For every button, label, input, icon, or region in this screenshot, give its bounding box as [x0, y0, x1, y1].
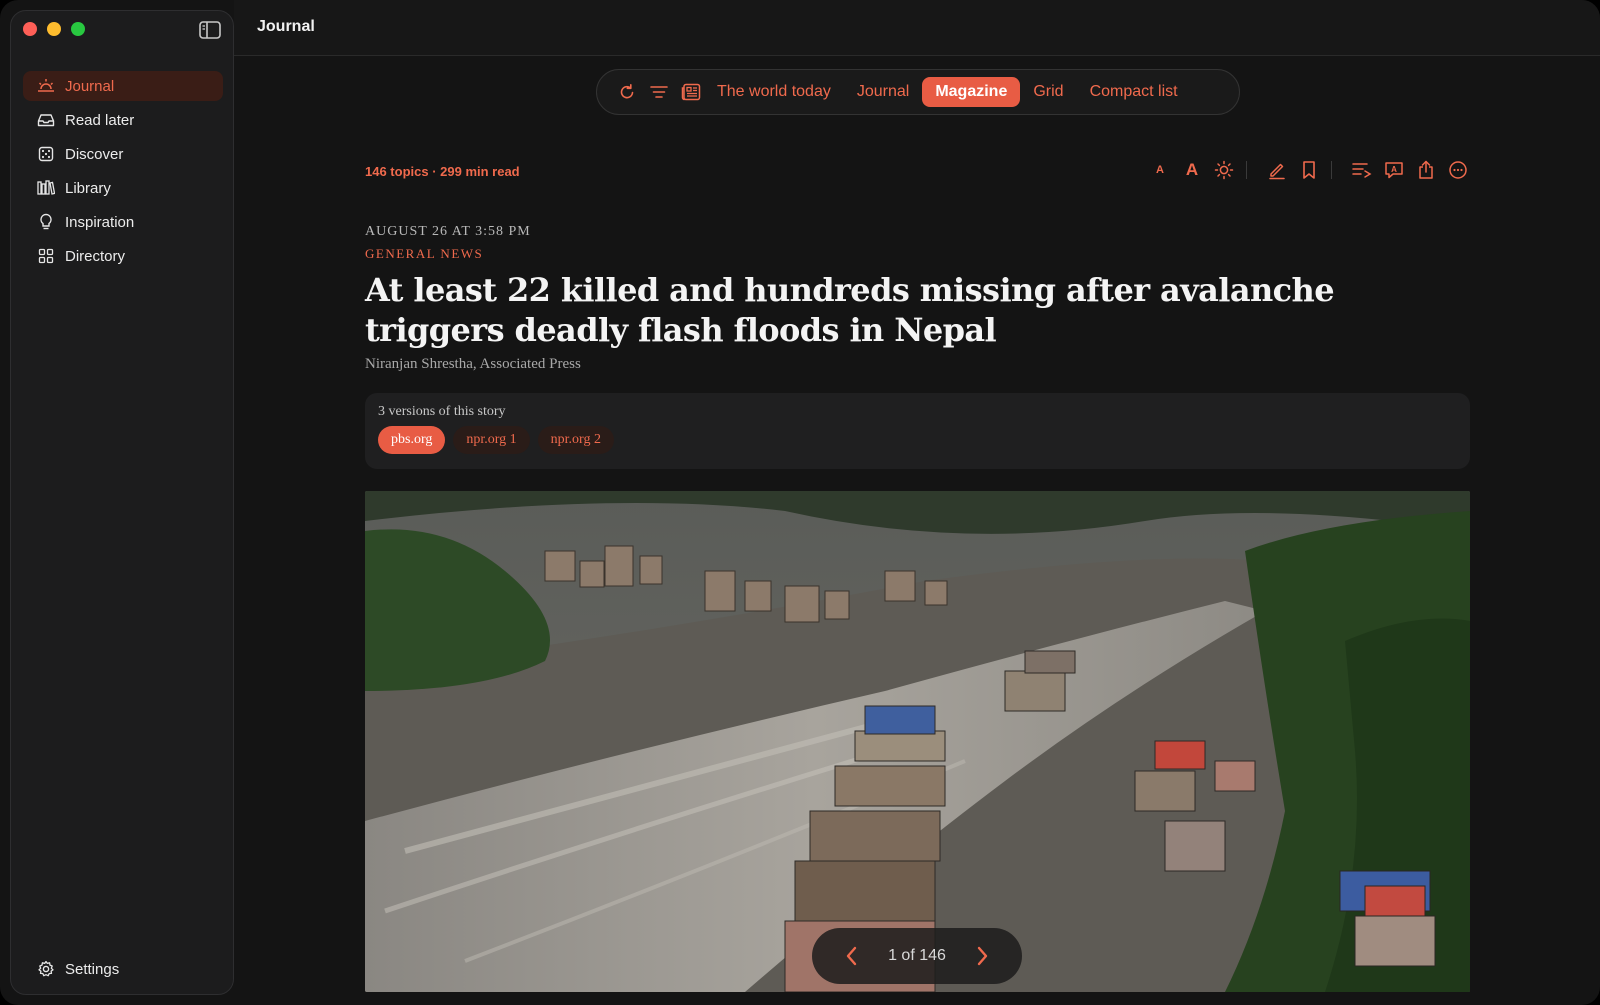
sidebar-item-label: Library [65, 179, 111, 197]
app-window: Journal Read later Discover Library Insp… [0, 0, 1600, 1005]
sidebar-item-inspiration[interactable]: Inspiration [23, 207, 223, 237]
sidebar-item-discover[interactable]: Discover [23, 139, 223, 169]
more-options-icon[interactable] [1446, 158, 1470, 182]
minimize-window-button[interactable] [47, 22, 61, 36]
close-window-button[interactable] [23, 22, 37, 36]
lightbulb-icon [37, 213, 55, 231]
view-option-journal[interactable]: Journal [844, 77, 922, 107]
sidebar-nav: Journal Read later Discover Library Insp… [23, 71, 223, 275]
view-option-compact-list[interactable]: Compact list [1077, 77, 1191, 107]
article-headline[interactable]: At least 22 killed and hundreds missing … [365, 270, 1470, 350]
zoom-window-button[interactable] [71, 22, 85, 36]
newspaper-icon[interactable] [681, 82, 701, 102]
previous-article-button[interactable] [842, 946, 862, 966]
article-hero-image[interactable] [365, 491, 1470, 992]
list-forward-icon[interactable] [1350, 158, 1374, 182]
gear-icon [37, 960, 55, 978]
sidebar-item-label: Directory [65, 247, 126, 265]
pager-count: 1 of 146 [888, 947, 946, 964]
article-toolbar: A A A [1140, 158, 1470, 182]
bookmark-icon[interactable] [1297, 158, 1321, 182]
world-today-button[interactable]: The world today [713, 77, 844, 107]
sidebar-item-label: Read later [65, 111, 135, 129]
highlighter-icon[interactable] [1265, 158, 1289, 182]
share-icon[interactable] [1414, 158, 1438, 182]
filter-icon[interactable] [649, 82, 669, 102]
version-pills: pbs.org npr.org 1 npr.org 2 [378, 426, 1457, 454]
topics-stats: 146 topics · 299 min read [365, 164, 520, 179]
increase-font-size-button[interactable]: A [1180, 158, 1204, 182]
version-pill-pbs[interactable]: pbs.org [378, 426, 446, 454]
sidebar-item-label: Inspiration [65, 213, 135, 231]
view-switcher: The world today Journal Magazine Grid Co… [596, 69, 1240, 115]
article-byline: Niranjan Shrestha, Associated Press [365, 356, 581, 372]
sidebar-item-read-later[interactable]: Read later [23, 105, 223, 135]
article-meta-row: 146 topics · 299 min read A A A [365, 140, 1470, 202]
window-controls [23, 22, 85, 36]
inbox-tray-icon [37, 111, 55, 129]
article-pager: 1 of 146 [812, 928, 1022, 984]
view-option-magazine[interactable]: Magazine [922, 77, 1021, 107]
view-option-grid[interactable]: Grid [1020, 77, 1076, 107]
article-date: AUGUST 26 AT 3:58 PM [365, 224, 531, 239]
sidebar-item-directory[interactable]: Directory [23, 241, 223, 271]
versions-title: 3 versions of this story [378, 404, 506, 419]
sidebar-item-journal[interactable]: Journal [23, 71, 223, 101]
next-article-button[interactable] [972, 946, 992, 966]
article-content: 146 topics · 299 min read A A A AUGUST 2… [365, 140, 1470, 469]
sidebar-item-library[interactable]: Library [23, 173, 223, 203]
toolbar-divider [1331, 161, 1332, 179]
version-pill-npr-2[interactable]: npr.org 2 [537, 426, 614, 454]
dice-icon [37, 145, 55, 163]
settings-label: Settings [65, 960, 120, 978]
sidebar: Journal Read later Discover Library Insp… [10, 10, 234, 995]
summary-bubble-icon[interactable]: A [1382, 158, 1406, 182]
settings-button[interactable]: Settings [37, 960, 119, 978]
window-title: Journal [257, 18, 315, 35]
svg-text:A: A [1391, 165, 1397, 174]
decrease-font-size-button[interactable]: A [1148, 158, 1172, 182]
sunrise-icon [37, 77, 55, 95]
story-versions-panel: 3 versions of this story pbs.org npr.org… [365, 393, 1470, 469]
toolbar-divider [1246, 161, 1247, 179]
brightness-icon[interactable] [1212, 158, 1236, 182]
sidebar-item-label: Discover [65, 145, 124, 163]
refresh-icon[interactable] [617, 82, 637, 102]
version-pill-npr-1[interactable]: npr.org 1 [453, 426, 530, 454]
grid-icon [37, 247, 55, 265]
title-bar: Journal [234, 0, 1600, 56]
sidebar-item-label: Journal [65, 77, 115, 95]
article-category[interactable]: GENERAL NEWS [365, 246, 1470, 262]
books-icon [37, 179, 55, 197]
sidebar-toggle-icon[interactable] [199, 21, 221, 39]
